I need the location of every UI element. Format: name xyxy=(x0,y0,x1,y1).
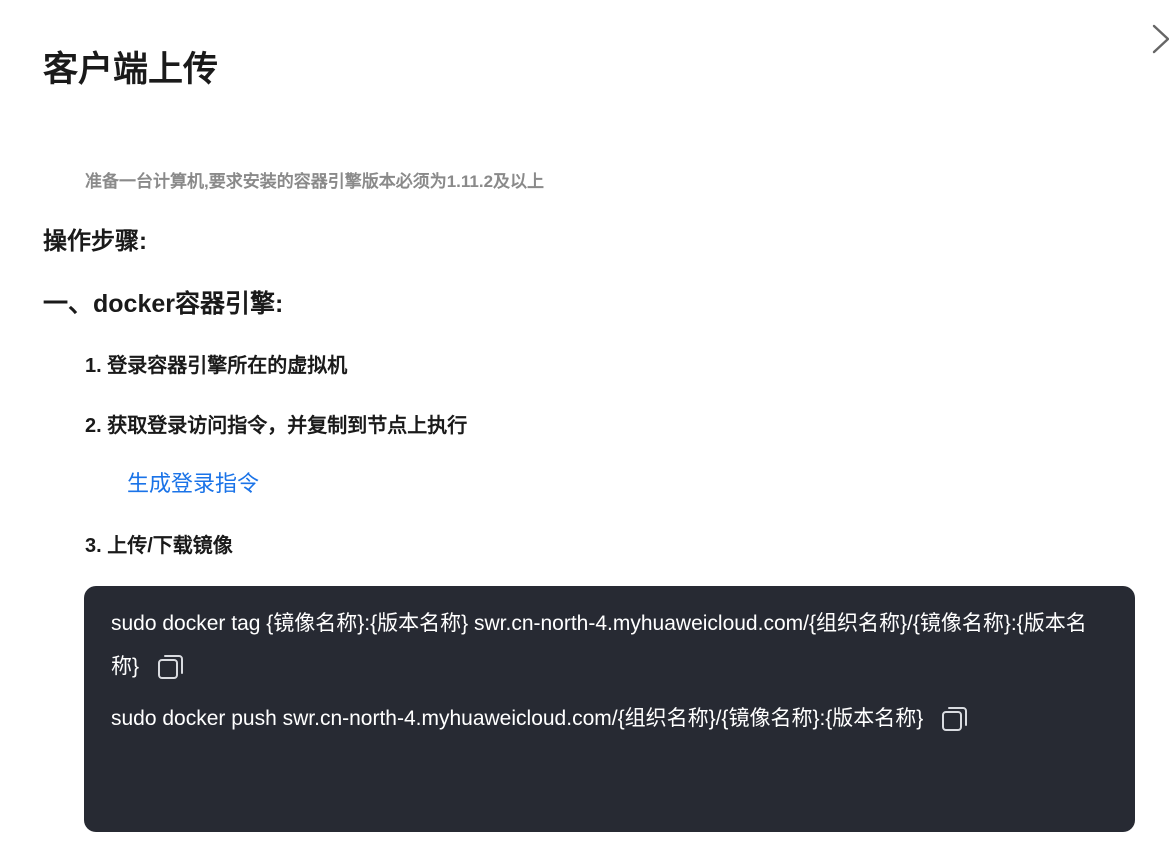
docker-tag-command-text: sudo docker tag {镜像名称}:{版本名称} swr.cn-nor… xyxy=(111,612,1087,678)
generate-login-command-link[interactable]: 生成登录指令 xyxy=(127,469,259,499)
steps-heading: 操作步骤: xyxy=(43,228,147,255)
command-code-block: sudo docker tag {镜像名称}:{版本名称} swr.cn-nor… xyxy=(84,586,1135,832)
docker-heading: 一、docker容器引擎: xyxy=(43,290,284,318)
dialog-title: 客户端上传 xyxy=(43,50,219,89)
prerequisite-text: 准备一台计算机,要求安装的容器引擎版本必须为1.11.2及以上 xyxy=(85,172,545,191)
docker-push-command-text: sudo docker push swr.cn-north-4.myhuawei… xyxy=(111,707,924,730)
copy-icon[interactable] xyxy=(941,704,969,734)
step-upload-download-image: 3. 上传/下载镜像 xyxy=(85,535,233,557)
close-icon[interactable] xyxy=(1150,22,1169,56)
docker-tag-command: sudo docker tag {镜像名称}:{版本名称} swr.cn-nor… xyxy=(111,602,1111,688)
copy-icon[interactable] xyxy=(157,652,185,682)
step-get-login-command: 2. 获取登录访问指令，并复制到节点上执行 xyxy=(85,415,468,437)
docker-push-command: sudo docker push swr.cn-north-4.myhuawei… xyxy=(111,697,1111,740)
step-login-vm: 1. 登录容器引擎所在的虚拟机 xyxy=(85,355,348,377)
